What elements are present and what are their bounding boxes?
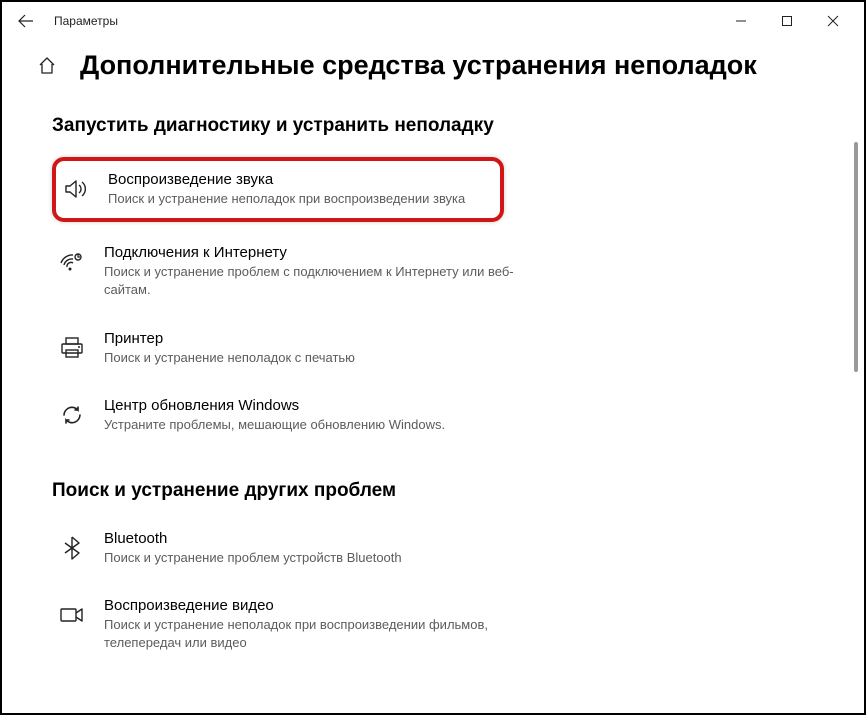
speaker-icon — [62, 175, 90, 203]
item-text: Bluetooth Поиск и устранение проблем уст… — [104, 530, 402, 567]
item-text: Воспроизведение видео Поиск и устранение… — [104, 597, 544, 652]
item-title: Воспроизведение видео — [104, 597, 544, 614]
update-icon — [58, 401, 86, 429]
item-desc: Поиск и устранение неполадок с печатью — [104, 349, 355, 367]
bluetooth-icon — [58, 534, 86, 562]
troubleshooter-windows-update[interactable]: Центр обновления Windows Устраните пробл… — [52, 389, 836, 442]
page-title: Дополнительные средства устранения непол… — [80, 50, 757, 81]
content-area: Дополнительные средства устранения непол… — [2, 40, 864, 661]
item-text: Центр обновления Windows Устраните пробл… — [104, 397, 445, 434]
troubleshooter-printer[interactable]: Принтер Поиск и устранение неполадок с п… — [52, 322, 836, 375]
troubleshooter-list-0: Воспроизведение звука Поиск и устранение… — [52, 157, 836, 442]
troubleshooter-video-playback[interactable]: Воспроизведение видео Поиск и устранение… — [52, 589, 836, 660]
item-title: Воспроизведение звука — [108, 171, 465, 188]
home-icon — [37, 56, 57, 76]
item-desc: Поиск и устранение проблем устройств Blu… — [104, 549, 402, 567]
item-title: Принтер — [104, 330, 355, 347]
page-header: Дополнительные средства устранения непол… — [30, 50, 836, 81]
item-text: Подключения к Интернету Поиск и устранен… — [104, 244, 544, 299]
section-title-0: Запустить диагностику и устранить непола… — [52, 115, 836, 137]
minimize-button[interactable] — [718, 5, 764, 37]
item-text: Воспроизведение звука Поиск и устранение… — [108, 171, 465, 208]
maximize-button[interactable] — [764, 5, 810, 37]
back-arrow-icon — [18, 13, 34, 29]
item-title: Bluetooth — [104, 530, 402, 547]
item-title: Центр обновления Windows — [104, 397, 445, 414]
troubleshooter-internet[interactable]: Подключения к Интернету Поиск и устранен… — [52, 236, 836, 307]
printer-icon — [58, 334, 86, 362]
item-desc: Поиск и устранение неполадок при воспрои… — [108, 190, 465, 208]
window-title: Параметры — [54, 14, 118, 28]
maximize-icon — [781, 15, 793, 27]
titlebar: Параметры — [2, 2, 864, 40]
scrollbar[interactable] — [854, 142, 858, 372]
section-1: Поиск и устранение других проблем Blueto… — [30, 480, 836, 661]
item-desc: Поиск и устранение проблем с подключение… — [104, 263, 544, 299]
item-text: Принтер Поиск и устранение неполадок с п… — [104, 330, 355, 367]
close-button[interactable] — [810, 5, 856, 37]
troubleshooter-bluetooth[interactable]: Bluetooth Поиск и устранение проблем уст… — [52, 522, 836, 575]
minimize-icon — [735, 15, 747, 27]
wifi-icon — [58, 248, 86, 276]
troubleshooter-audio-playback[interactable]: Воспроизведение звука Поиск и устранение… — [52, 157, 504, 222]
item-desc: Поиск и устранение неполадок при воспрои… — [104, 616, 544, 652]
close-icon — [827, 15, 839, 27]
section-title-1: Поиск и устранение других проблем — [52, 480, 836, 502]
troubleshooter-list-1: Bluetooth Поиск и устранение проблем уст… — [52, 522, 836, 661]
video-icon — [58, 601, 86, 629]
back-button[interactable] — [10, 5, 42, 37]
window-controls — [718, 5, 856, 37]
home-button[interactable] — [36, 55, 58, 77]
item-title: Подключения к Интернету — [104, 244, 544, 261]
item-desc: Устраните проблемы, мешающие обновлению … — [104, 416, 445, 434]
